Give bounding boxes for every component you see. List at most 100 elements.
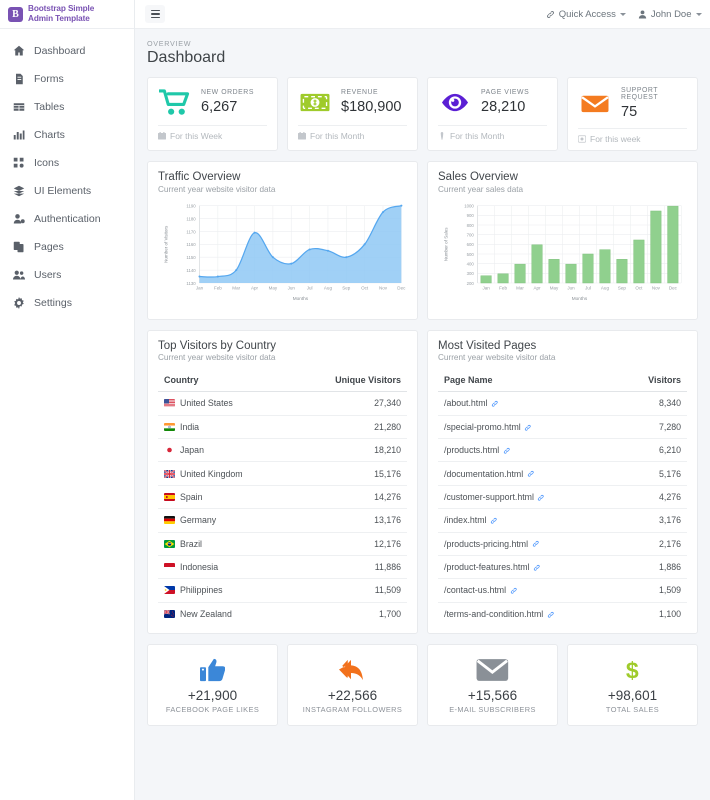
column-header-visitors: Visitors [618,369,687,393]
sidebar-item-pages[interactable]: Pages [0,233,134,261]
social-value: +15,566 [467,688,518,704]
stat-card-new-orders[interactable]: NEW ORDERS 6,267 For this Week [147,77,278,151]
svg-text:1150: 1150 [186,255,196,260]
sidebar-item-settings[interactable]: Settings [0,289,134,317]
external-link-icon[interactable] [503,446,511,454]
external-link-icon[interactable] [527,470,535,478]
svg-text:Number of Sales: Number of Sales [443,226,448,260]
table-row[interactable]: /terms-and-condition.html 1,100 [438,602,687,625]
sidebar-item-icons[interactable]: Icons [0,149,134,177]
sales-overview-chart: 200 300 400 500 600 700 800 900 1000 Jan Feb Mar Apr… [438,200,687,311]
table-row[interactable]: India 21,280 [158,415,407,440]
table-row[interactable]: Indonesia 11,886 [158,555,407,580]
table-row[interactable]: New Zealand 1,700 [158,602,407,625]
stat-footer-label: For this Week [170,131,223,141]
sidebar-item-charts[interactable]: Charts [0,121,134,149]
table-row[interactable]: United Kingdom 15,176 [158,461,407,486]
svg-text:Jul: Jul [307,285,313,290]
sidebar-item-ui-elements[interactable]: UI Elements [0,177,134,205]
table-row[interactable]: Germany 13,176 [158,508,407,533]
table-row[interactable]: Spain 14,276 [158,485,407,510]
country-cell: Japan [158,438,290,463]
svg-text:Aug: Aug [324,285,333,290]
table-header-row: Country Unique Visitors [158,369,407,393]
eye-icon [438,87,472,117]
user-menu[interactable]: John Doe [638,9,702,20]
country-visitors: 15,176 [289,461,407,486]
sidebar-item-label: Tables [34,101,65,113]
country-visitors: 1,700 [378,608,401,619]
sidebar-item-label: Forms [34,73,64,85]
svg-text:1000: 1000 [464,203,474,208]
top-visitors-card: Top Visitors by Country Current year web… [147,329,418,635]
table-row[interactable]: /products-pricing.html 2,176 [438,532,687,556]
social-card-email[interactable]: +15,566 E-MAIL SUBSCRIBERS [427,644,558,727]
table-row[interactable]: United States 27,340 [158,391,407,416]
country-visitors: 12,176 [289,532,407,556]
hamburger-icon[interactable] [145,5,165,23]
table-row[interactable]: /index.html 3,176 [438,508,687,533]
social-card-total-sales[interactable]: $ +98,601 TOTAL SALES [567,644,698,727]
external-link-icon[interactable] [491,400,499,408]
table-row[interactable]: /customer-support.html 4,276 [438,485,687,510]
sidebar-item-label: Settings [34,297,72,309]
stat-card-revenue[interactable]: REVENUE $180,900 For this Month [287,77,418,151]
svg-text:May: May [550,285,559,290]
table-row[interactable]: /special-promo.html 7,280 [438,415,687,440]
sidebar-item-label: Dashboard [34,45,86,57]
svg-text:200: 200 [467,280,475,285]
page-cell: /products.html [438,438,619,463]
table-row[interactable]: /product-features.html 1,886 [438,555,687,580]
country-name: United Kingdom [180,468,243,479]
svg-text:$: $ [626,658,639,682]
social-card-facebook[interactable]: +21,900 FACEBOOK PAGE LIKES [147,644,278,727]
sidebar-item-dashboard[interactable]: Dashboard [0,37,134,65]
country-name: Germany [180,515,217,526]
icons-icon [12,157,25,170]
countries-table: Country Unique Visitors United States 27,… [158,369,407,625]
countries-table-body: United States 27,340 India 21,280 Japan 18,21… [158,391,407,625]
country-cell: India [158,415,290,440]
flag-jp-icon [164,446,175,455]
stat-value: 6,267 [201,99,238,115]
table-row[interactable]: /documentation.html 5,176 [438,461,687,486]
sidebar-item-users[interactable]: Users [0,261,134,289]
svg-text:Oct: Oct [635,285,643,290]
page-name: /documentation.html [444,468,524,479]
country-name: Brazil [180,538,202,549]
external-link-icon[interactable] [510,587,518,595]
svg-text:1140: 1140 [186,267,196,272]
column-header-unique-visitors: Unique Visitors [289,369,407,393]
sidebar-item-tables[interactable]: Tables [0,93,134,121]
svg-text:Oct: Oct [361,285,369,290]
stat-footer: For this week [578,128,687,150]
quick-access-menu[interactable]: Quick Access [546,8,627,20]
table-row[interactable]: /about.html 8,340 [438,391,687,416]
layers-icon [12,185,25,198]
stat-label: NEW ORDERS [201,89,254,96]
table-row[interactable]: /contact-us.html 1,509 [438,578,687,603]
stat-card-support-request[interactable]: SUPPORT REQUEST 75 For this week [567,77,698,151]
table-row[interactable]: Philippines 11,509 [158,578,407,603]
sidebar: B Bootstrap Simple Admin Template Dashbo… [0,0,135,800]
svg-text:1190: 1190 [186,203,196,208]
stat-card-page-views[interactable]: PAGE VIEWS 28,210 For this Month [427,77,558,151]
external-link-icon[interactable] [524,423,532,431]
sidebar-item-forms[interactable]: Forms [0,65,134,93]
brand-logo[interactable]: B Bootstrap Simple Admin Template [0,0,134,29]
external-link-icon[interactable] [537,493,545,501]
table-row[interactable]: /products.html 6,210 [438,438,687,463]
external-link-icon[interactable] [532,540,540,548]
external-link-icon[interactable] [533,563,541,571]
table-row[interactable]: Japan 18,210 [158,438,407,463]
country-visitors: 11,886 [289,555,407,580]
sidebar-item-authentication[interactable]: Authentication [0,205,134,233]
social-label: E-MAIL SUBSCRIBERS [449,705,536,715]
card-subtitle: Current year website visitor data [158,184,276,194]
quick-access-label: Quick Access [558,8,616,20]
flag-es-icon [164,492,175,501]
external-link-icon[interactable] [547,610,555,618]
table-row[interactable]: Brazil 12,176 [158,532,407,556]
external-link-icon[interactable] [490,517,498,525]
social-card-instagram[interactable]: +22,566 INSTAGRAM FOLLOWERS [287,644,418,727]
